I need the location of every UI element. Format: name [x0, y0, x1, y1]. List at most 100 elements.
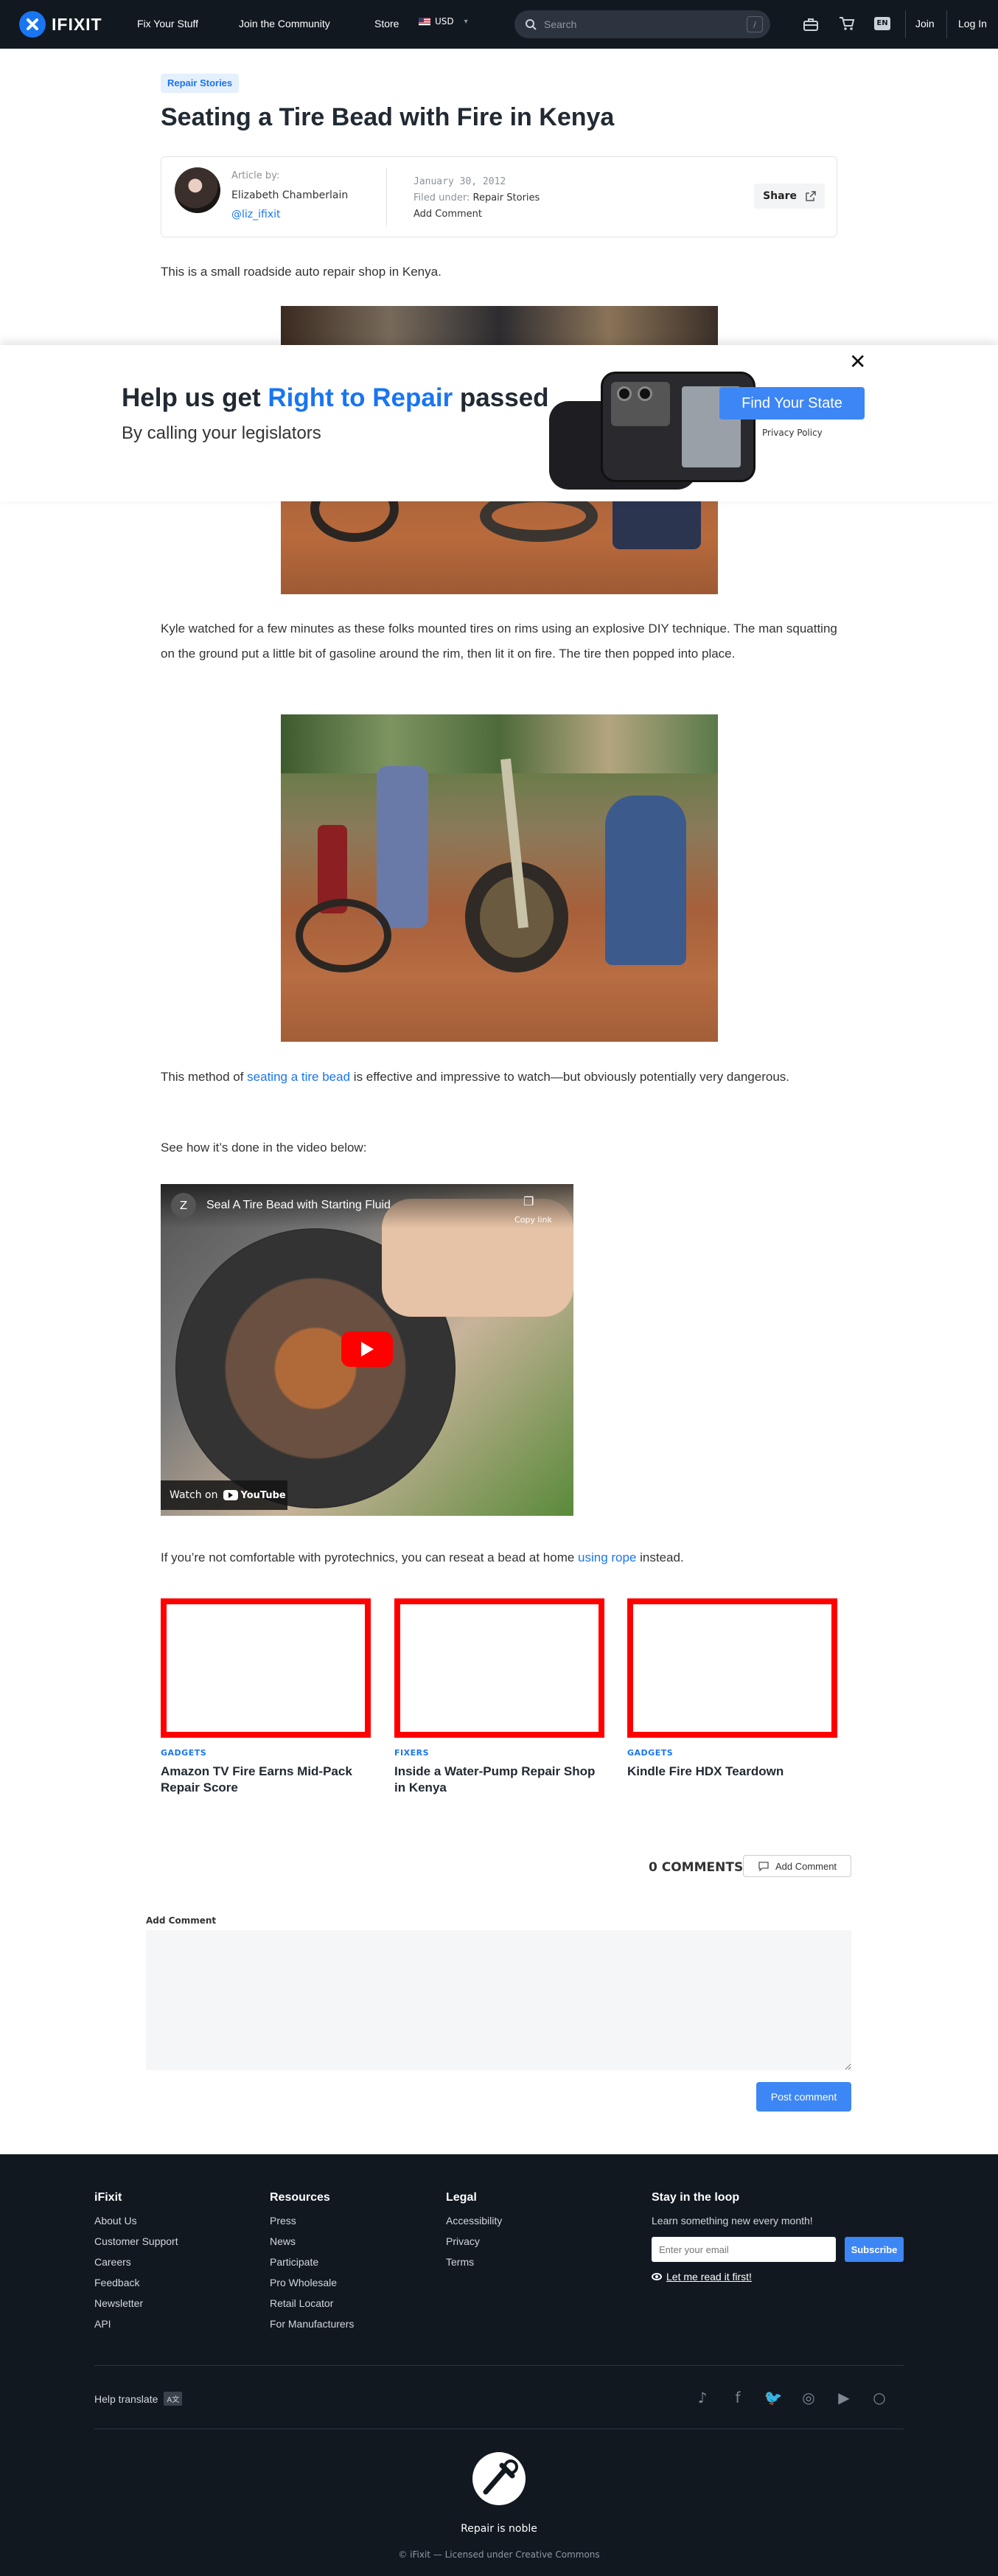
- add-comment-button[interactable]: Add Comment: [743, 1855, 851, 1877]
- channel-avatar[interactable]: Z: [171, 1193, 196, 1218]
- nav-join-community[interactable]: Join the Community: [239, 18, 330, 29]
- youtube-label: YouTube: [240, 1489, 286, 1501]
- join-link[interactable]: Join: [915, 18, 935, 29]
- footer-link[interactable]: Press: [270, 2215, 354, 2227]
- close-icon[interactable]: ✕: [849, 349, 866, 374]
- ifixit-logo-icon: [19, 11, 46, 38]
- paragraph-intro: This is a small roadside auto repair sho…: [161, 265, 442, 279]
- brand-name: IFIXIT: [52, 14, 102, 34]
- copy-link-label[interactable]: Copy link: [514, 1215, 552, 1225]
- footer-newsletter: Stay in the loop Learn something new eve…: [652, 2191, 813, 2227]
- share-label: Share: [763, 190, 797, 202]
- search-shortcut-key: /: [747, 16, 763, 32]
- banner-title-post: passed: [453, 383, 549, 412]
- footer-link[interactable]: Terms: [446, 2256, 502, 2268]
- add-comment-label: Add Comment: [775, 1860, 837, 1872]
- language-selector[interactable]: EN: [874, 17, 890, 30]
- currency-selector[interactable]: USD ▾: [419, 16, 468, 27]
- related-card-category[interactable]: GADGETS: [627, 1748, 837, 1758]
- youtube-icon[interactable]: ▶: [834, 2389, 854, 2408]
- related-card-title[interactable]: Kindle Fire HDX Teardown: [627, 1764, 837, 1780]
- related-card[interactable]: GADGETS Kindle Fire HDX Teardown: [627, 1598, 837, 1780]
- filed-under: Filed under: Repair Stories: [413, 192, 540, 203]
- nav-fix-your-stuff[interactable]: Fix Your Stuff: [137, 18, 198, 29]
- footer-link[interactable]: Retail Locator: [270, 2297, 354, 2309]
- nav-divider: [946, 10, 947, 38]
- footer-link[interactable]: For Manufacturers: [270, 2318, 354, 2330]
- add-comment-link[interactable]: Add Comment: [413, 209, 482, 220]
- footer-license: © iFixit — Licensed under Creative Commo…: [398, 2549, 600, 2560]
- find-your-state-button[interactable]: Find Your State: [719, 387, 865, 420]
- facebook-icon[interactable]: f: [728, 2389, 747, 2408]
- related-card-category[interactable]: FIXERS: [394, 1748, 604, 1758]
- help-translate-label: Help translate: [94, 2392, 158, 2405]
- reddit-icon[interactable]: ○: [870, 2389, 889, 2408]
- banner-title-pre: Help us get: [122, 383, 268, 412]
- related-card-image[interactable]: [627, 1598, 837, 1738]
- related-card[interactable]: FIXERS Inside a Water-Pump Repair Shop i…: [394, 1598, 604, 1796]
- paragraph-rope: If you’re not comfortable with pyrotechn…: [161, 1545, 837, 1570]
- seating-tire-bead-link[interactable]: seating a tire bead: [247, 1070, 350, 1084]
- related-card-image[interactable]: [394, 1598, 604, 1738]
- privacy-policy-link[interactable]: Privacy Policy: [762, 428, 823, 438]
- cart-icon[interactable]: [839, 16, 855, 34]
- help-translate[interactable]: Help translate A文: [94, 2392, 183, 2406]
- footer-link[interactable]: Accessibility: [446, 2215, 502, 2227]
- related-card-category[interactable]: GADGETS: [161, 1748, 371, 1758]
- footer-link[interactable]: Customer Support: [94, 2235, 178, 2247]
- watch-on-youtube[interactable]: Watch on YouTube: [161, 1480, 287, 1510]
- footer-heading: iFixit: [94, 2191, 122, 2204]
- instagram-icon[interactable]: ◎: [799, 2389, 818, 2408]
- footer-link[interactable]: API: [94, 2318, 178, 2330]
- footer-link[interactable]: Participate: [270, 2256, 354, 2268]
- related-card-title[interactable]: Inside a Water-Pump Repair Shop in Kenya: [394, 1764, 604, 1796]
- read-first-link[interactable]: Let me read it first!: [652, 2271, 752, 2283]
- newsletter-text: Learn something new every month!: [652, 2215, 813, 2227]
- site-footer: iFixit About Us Customer Support Careers…: [0, 2154, 998, 2576]
- toolbox-icon[interactable]: [803, 17, 819, 35]
- video-title[interactable]: Seal A Tire Bead with Starting Fluid: [206, 1199, 391, 1212]
- share-button[interactable]: Share: [754, 184, 825, 209]
- footer-link[interactable]: Careers: [94, 2256, 178, 2268]
- filed-under-link[interactable]: Repair Stories: [473, 192, 540, 203]
- author-handle[interactable]: @liz_ifixit: [231, 209, 281, 220]
- paragraph-kyle: Kyle watched for a few minutes as these …: [161, 622, 837, 661]
- currency-label: USD: [435, 16, 454, 27]
- p3-text-end: is effective and impressive to watch—but…: [350, 1070, 790, 1084]
- banner-title: Help us get Right to Repair passed: [122, 383, 549, 413]
- top-nav: IFIXIT Fix Your Stuff Join the Community…: [0, 0, 998, 49]
- footer-col-legal: Legal Accessibility Privacy Terms: [446, 2191, 502, 2268]
- post-comment-button[interactable]: Post comment: [756, 2082, 851, 2112]
- related-card[interactable]: GADGETS Amazon TV Fire Earns Mid-Pack Re…: [161, 1598, 371, 1796]
- footer-link[interactable]: Privacy: [446, 2235, 502, 2247]
- search-input[interactable]: [544, 18, 739, 30]
- footer-link[interactable]: About Us: [94, 2215, 178, 2227]
- footer-col-resources: Resources Press News Participate Pro Who…: [270, 2191, 354, 2330]
- byline-box: Article by: Elizabeth Chamberlain @liz_i…: [161, 156, 837, 237]
- comment-textarea[interactable]: [146, 1930, 851, 2070]
- footer-link[interactable]: Pro Wholesale: [270, 2277, 354, 2288]
- footer-link[interactable]: Feedback: [94, 2277, 178, 2288]
- related-card-image[interactable]: [161, 1598, 371, 1738]
- repair-manifesto-logo: [470, 2449, 528, 2508]
- youtube-video[interactable]: Z Seal A Tire Bead with Starting Fluid ❐…: [161, 1184, 573, 1516]
- twitter-icon[interactable]: 🐦: [764, 2389, 783, 2408]
- ifixit-logo[interactable]: IFIXIT: [19, 10, 102, 38]
- author-name[interactable]: Elizabeth Chamberlain: [231, 189, 348, 201]
- nav-store[interactable]: Store: [374, 18, 399, 29]
- p3-text: This method of: [161, 1070, 248, 1084]
- search-box[interactable]: /: [514, 10, 770, 38]
- related-card-title[interactable]: Amazon TV Fire Earns Mid-Pack Repair Sco…: [161, 1764, 371, 1796]
- login-link[interactable]: Log In: [958, 18, 987, 29]
- tiktok-icon[interactable]: ♪: [693, 2389, 712, 2408]
- footer-link[interactable]: News: [270, 2235, 354, 2247]
- play-button[interactable]: [341, 1331, 393, 1367]
- subscribe-button[interactable]: Subscribe: [845, 2237, 904, 2262]
- category-tag[interactable]: Repair Stories: [161, 74, 240, 93]
- translate-icon: A文: [164, 2392, 183, 2406]
- author-avatar[interactable]: [175, 167, 220, 213]
- footer-link[interactable]: Newsletter: [94, 2297, 178, 2309]
- copy-icon[interactable]: ❐: [523, 1194, 534, 1208]
- using-rope-link[interactable]: using rope: [578, 1550, 636, 1564]
- newsletter-email-input[interactable]: [652, 2237, 836, 2262]
